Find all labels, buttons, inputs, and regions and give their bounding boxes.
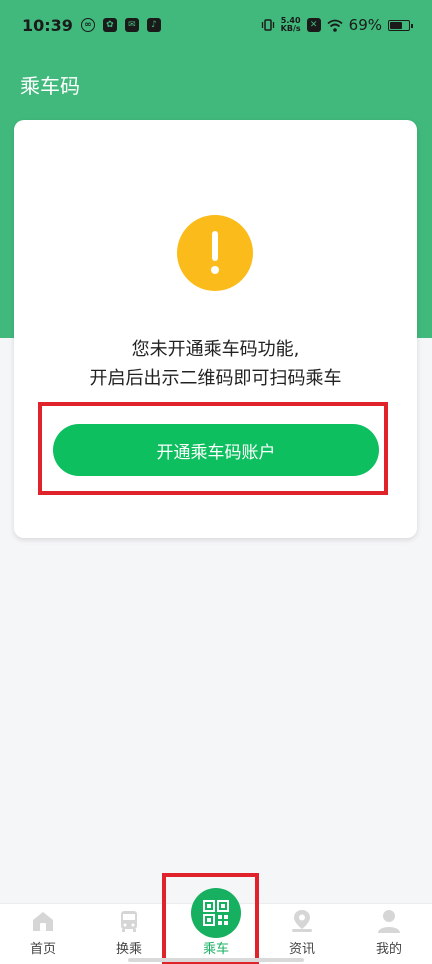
card-message: 您未开通乘车码功能, 开启后出示二维码即可扫码乘车 [14, 335, 417, 393]
message-line-1: 您未开通乘车码功能, [131, 339, 300, 360]
tab-home-label: 首页 [29, 942, 56, 957]
sim-icon: ✕ [306, 18, 321, 32]
baidu-notification-icon: ✿ [102, 18, 117, 32]
status-time: 10:39 [22, 15, 73, 35]
vibrate-icon [261, 19, 274, 31]
message-line-2: 开启后出示二维码即可扫码乘车 [89, 368, 342, 389]
tab-transfer-label: 换乘 [115, 942, 142, 957]
home-indicator[interactable] [128, 958, 304, 962]
bus-icon [121, 911, 137, 932]
status-bar: 10:39 ∞ ✿ ✉ ♪ 5.40 KB/s ✕ 69% [0, 0, 432, 50]
tab-mine-label: 我的 [375, 942, 402, 957]
battery-percent: 69% [348, 16, 382, 34]
battery-icon [388, 19, 413, 31]
person-pin-icon [292, 910, 312, 932]
page-title: 乘车码 [20, 74, 80, 98]
network-speed: 5.40 KB/s [280, 16, 301, 33]
tab-mine[interactable]: 我的 [346, 904, 432, 964]
activation-card: 您未开通乘车码功能, 开启后出示二维码即可扫码乘车 开通乘车码账户 [14, 120, 417, 538]
tab-news[interactable]: 资讯 [259, 904, 345, 964]
wifi-icon [327, 19, 343, 32]
open-account-button[interactable]: 开通乘车码账户 [53, 424, 379, 476]
tab-transfer[interactable]: 换乘 [86, 904, 172, 964]
app-notification-icon: ∞ [80, 18, 95, 32]
tiktok-notification-icon: ♪ [146, 18, 161, 32]
message-notification-icon: ✉ [124, 18, 139, 32]
tab-news-label: 资讯 [288, 942, 315, 957]
tab-highlight-box [162, 873, 259, 964]
warning-icon [177, 215, 253, 291]
tab-home[interactable]: 首页 [0, 904, 86, 964]
home-icon [33, 912, 53, 931]
user-icon [378, 910, 400, 933]
